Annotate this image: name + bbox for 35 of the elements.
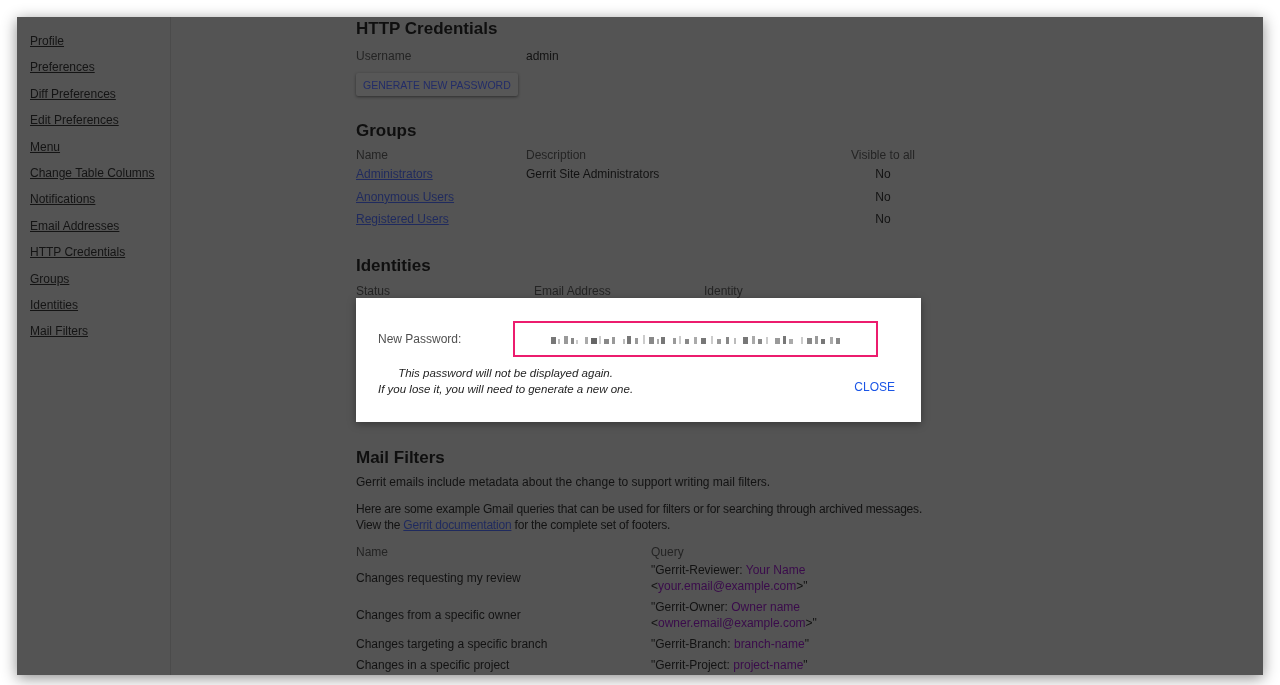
sidebar-link[interactable]: HTTP Credentials [30, 244, 126, 261]
table-cell: Gerrit Site Administrators [526, 166, 660, 183]
section-heading: HTTP Credentials [356, 18, 499, 40]
sidebar-link[interactable]: Preferences [30, 59, 95, 76]
table-cell: No [875, 166, 891, 183]
table-cell: Changes targeting a specific branch [356, 635, 548, 652]
query-cell-text: "Gerrit-Reviewer: Your Name <your.email@example.com>" [651, 561, 809, 594]
notice-text: If you lose it, you will need to generate a new one. [378, 382, 634, 397]
table-cell: Changes requesting my review [356, 569, 521, 586]
intro-text: Gerrit emails include metadata about the change to support writing mail filters. [356, 473, 772, 490]
sidebar-link[interactable]: Identities [30, 296, 79, 313]
sidebar-link[interactable]: Groups [30, 270, 70, 287]
sidebar-link[interactable]: Diff Preferences [30, 85, 116, 102]
query-cell: "Gerrit-Project: project-name" [651, 656, 808, 673]
sidebar-link[interactable]: Email Addresses [30, 217, 120, 234]
sidebar-link[interactable]: Notifications [30, 191, 96, 208]
table-cell: No [875, 211, 891, 228]
password-field[interactable] [513, 321, 878, 357]
query-cell-text: "Gerrit-Owner: Owner name <owner.email@example.com>" [651, 598, 818, 631]
sidebar-link[interactable]: Edit Preferences [30, 112, 119, 129]
sidebar-link[interactable]: Profile [30, 33, 64, 49]
sidebar-link[interactable]: Change Table Columns [30, 164, 155, 181]
field-label: New Password: [378, 331, 463, 348]
notice-text: This password will not be displayed again. [398, 366, 613, 381]
section-heading: Identities [356, 254, 432, 277]
sidebar-link[interactable]: Mail Filters [30, 323, 88, 340]
username-value: admin [526, 48, 559, 64]
section-heading: Mail Filters [356, 446, 446, 469]
table-cell: Changes from a specific owner [356, 606, 521, 623]
section-heading: Groups [356, 120, 418, 142]
close-button[interactable]: CLOSE [848, 375, 901, 399]
query-cell: "Gerrit-Branch: branch-name" [651, 635, 809, 652]
table-cell: No [875, 188, 891, 205]
sidebar-link[interactable]: Menu [30, 138, 61, 155]
table-cell: Changes in a specific project [356, 656, 510, 673]
